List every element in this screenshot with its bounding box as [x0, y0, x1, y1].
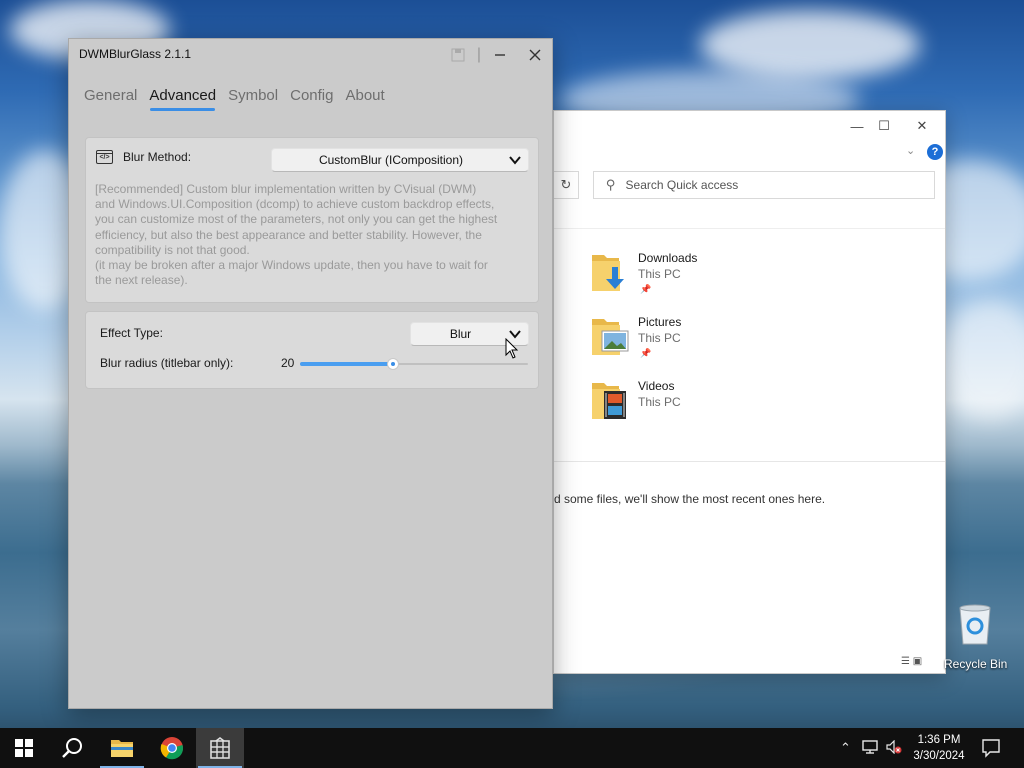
close-button[interactable]: ✕ — [904, 111, 940, 141]
close-button[interactable] — [520, 41, 550, 69]
file-explorer-icon — [111, 740, 133, 757]
dwmblurglass-icon — [210, 737, 230, 759]
notification-center-icon[interactable] — [982, 738, 1000, 758]
taskbar-clock[interactable]: 1:36 PM 3/30/2024 — [902, 732, 976, 764]
divider — [554, 461, 945, 462]
save-icon[interactable] — [447, 41, 469, 69]
search-icon: ⚲ — [606, 177, 616, 192]
effect-type-label: Effect Type: — [100, 326, 163, 340]
file-explorer-window: — ☐ ✕ ⌄ ? ↻ ⚲ Search Quick access Downlo… — [553, 110, 946, 674]
code-icon: </> — [96, 150, 113, 164]
blur-method-description: [Recommended] Custom blur implementation… — [95, 182, 498, 288]
volume-muted-icon[interactable] — [886, 739, 902, 757]
minimize-button[interactable] — [485, 41, 515, 69]
folder-location: This PC — [638, 267, 681, 281]
pin-icon: 📌 — [640, 348, 652, 358]
blur-radius-slider[interactable] — [300, 358, 528, 370]
blur-radius-label: Blur radius (titlebar only): — [100, 356, 234, 370]
effect-settings-card: Effect Type: Blur Blur radius (titlebar … — [85, 311, 539, 389]
search-input[interactable]: ⚲ Search Quick access — [593, 171, 935, 199]
mouse-cursor — [505, 338, 519, 359]
explorer-titlebar[interactable]: — ☐ ✕ — [554, 111, 945, 141]
window-title: DWMBlurGlass 2.1.1 — [79, 47, 192, 61]
taskbar-dwmblurglass[interactable] — [196, 728, 244, 768]
blur-radius-value: 20 — [281, 356, 295, 370]
chevron-down-icon — [509, 156, 521, 165]
effect-type-value: Blur — [449, 327, 472, 341]
recycle-bin-label: Recycle Bin — [944, 657, 1008, 671]
network-icon[interactable] — [862, 740, 878, 757]
folder-name: Videos — [638, 379, 675, 393]
recycle-bin[interactable]: Recycle Bin — [944, 602, 1008, 671]
blur-method-label: Blur Method: — [123, 150, 192, 164]
videos-folder-icon — [592, 383, 626, 419]
recycle-bin-icon — [959, 604, 991, 645]
dwmblurglass-window: DWMBlurGlass 2.1.1 | General Advanced Sy… — [68, 38, 553, 709]
ribbon-expand-icon[interactable]: ⌄ — [906, 144, 915, 157]
pin-icon: 📌 — [640, 284, 652, 294]
clock-time: 1:36 PM — [917, 734, 961, 746]
folder-name: Pictures — [638, 315, 682, 329]
folder-location: This PC — [638, 331, 681, 345]
folder-item-downloads[interactable]: Downloads This PC 📌 — [590, 251, 890, 299]
taskbar-file-explorer[interactable] — [98, 728, 146, 768]
view-toggle-icons[interactable]: ☰ ▣ — [901, 656, 922, 667]
tray-overflow-chevron-icon[interactable]: ⌃ — [840, 740, 851, 756]
search-button[interactable] — [48, 728, 96, 768]
blur-method-value: CustomBlur (IComposition) — [318, 153, 464, 167]
pictures-folder-icon — [592, 319, 629, 355]
slider-thumb[interactable] — [387, 358, 399, 370]
chrome-icon — [160, 737, 184, 760]
folder-name: Downloads — [638, 251, 698, 265]
tab-advanced[interactable]: Advanced — [149, 87, 216, 111]
taskbar-chrome[interactable] — [148, 728, 196, 768]
divider — [554, 228, 945, 229]
start-icon — [15, 739, 33, 757]
taskbar: ⌃ 1:36 PM 3/30/2024 — [0, 728, 1024, 768]
downloads-folder-icon — [592, 255, 624, 291]
slider-fill — [300, 362, 393, 366]
start-button[interactable] — [0, 728, 48, 768]
tab-bar: General Advanced Symbol Config About — [84, 87, 385, 111]
maximize-button[interactable]: ☐ — [866, 111, 902, 141]
clock-date: 3/30/2024 — [913, 750, 965, 762]
tab-config[interactable]: Config — [290, 87, 333, 104]
folder-location: This PC — [638, 395, 681, 409]
blur-method-dropdown[interactable]: CustomBlur (IComposition) — [271, 148, 529, 172]
recent-files-empty-text: d some files, we'll show the most recent… — [554, 492, 826, 506]
tab-about[interactable]: About — [345, 87, 384, 104]
search-icon — [62, 738, 82, 758]
refresh-button[interactable]: ↻ — [554, 171, 579, 199]
folder-item-videos[interactable]: Videos This PC — [590, 379, 890, 427]
tab-symbol[interactable]: Symbol — [228, 87, 278, 104]
search-placeholder: Search Quick access — [625, 178, 739, 192]
tab-general[interactable]: General — [84, 87, 137, 104]
folder-item-pictures[interactable]: Pictures This PC 📌 — [590, 315, 890, 363]
blur-method-card: </> Blur Method: CustomBlur (ICompositio… — [85, 137, 539, 303]
help-icon[interactable]: ? — [927, 144, 943, 160]
